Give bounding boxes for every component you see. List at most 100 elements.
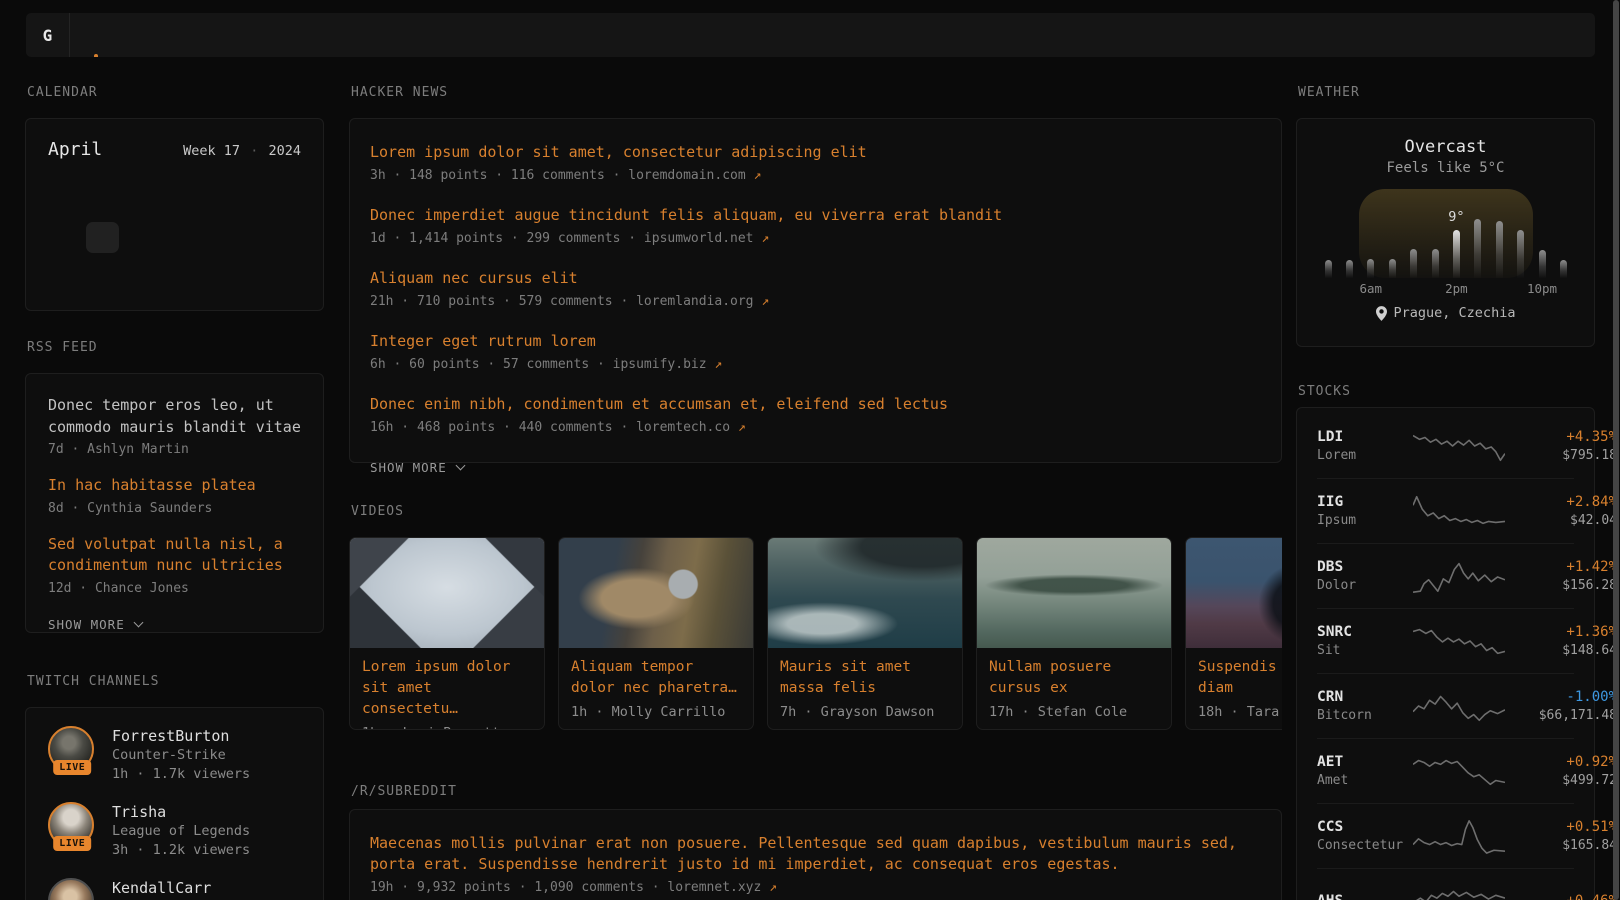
calendar-year: 2024 <box>268 143 301 159</box>
stock-numbers: +1.36% $148.64 <box>1505 622 1617 660</box>
page-tab[interactable] <box>80 13 112 57</box>
twitch-channel-row[interactable]: LIVE Trisha League of Legends 3h · 1.2k … <box>48 802 301 860</box>
app-logo[interactable]: G <box>26 13 70 57</box>
stock-symbol: AHS <box>1317 891 1413 900</box>
rss-item-link[interactable]: Sed volutpat nulla nisl, a condimentum n… <box>48 534 301 577</box>
video-card-body: Mauris sit amet massa felis 7h · Grayson… <box>768 648 962 729</box>
stock-row[interactable]: IIG Ipsum +2.84% $42.04 <box>1317 478 1574 543</box>
stock-numbers: +0.92% $499.72 <box>1505 752 1617 790</box>
stock-identity: CCS Consectetur <box>1317 817 1413 855</box>
stock-company-name: Sit <box>1317 642 1413 660</box>
video-thumbnail[interactable] <box>1186 538 1282 648</box>
twitch-channel-row[interactable]: LIVE KendallCarr <box>48 878 301 900</box>
scrollbar-thumb[interactable] <box>1613 0 1619 900</box>
news-item-meta: 6h · 60 points · 57 comments · ipsumify.… <box>370 356 1261 374</box>
weather-hour-bar <box>1346 260 1353 278</box>
stock-company-name: Bitcorn <box>1317 707 1413 725</box>
calendar-month: April <box>48 139 102 160</box>
stock-row[interactable]: DBS Dolor +1.42% $156.28 <box>1317 543 1574 608</box>
stock-row[interactable]: CCS Consectetur +0.51% $165.84 <box>1317 803 1574 868</box>
stock-symbol: CCS <box>1317 817 1413 837</box>
stock-identity: IIG Ipsum <box>1317 492 1413 530</box>
video-meta: 17h · Stefan Cole <box>989 704 1159 720</box>
video-title-link[interactable]: Mauris sit amet massa felis <box>780 657 950 699</box>
external-link-icon: ↗ <box>769 880 777 895</box>
stock-row[interactable]: CRN Bitcorn -1.00% $66,171.48 <box>1317 673 1574 738</box>
subreddit-post-link[interactable]: Maecenas mollis pulvinar erat non posuer… <box>370 833 1261 875</box>
calendar-day <box>86 191 119 222</box>
video-thumbnail[interactable] <box>559 538 753 648</box>
channel-name[interactable]: ForrestBurton <box>112 726 250 746</box>
chevron-down-icon <box>455 461 465 471</box>
video-card[interactable]: Nullam posuere cursus ex 17h · Stefan Co… <box>976 537 1172 730</box>
page-tab[interactable] <box>144 13 176 57</box>
stock-row[interactable]: SNRC Sit +1.36% $148.64 <box>1317 608 1574 673</box>
video-thumbnail[interactable] <box>768 538 962 648</box>
video-card-body: Aliquam tempor dolor nec pharetra… 1h · … <box>559 648 753 729</box>
hackernews-show-more-button[interactable]: SHOW MORE <box>370 460 464 475</box>
stock-change: +1.36% <box>1505 622 1617 642</box>
stock-company-name: Amet <box>1317 772 1413 790</box>
stock-change: -1.00% <box>1505 687 1617 707</box>
video-card[interactable]: Mauris sit amet massa felis 7h · Grayson… <box>767 537 963 730</box>
external-link-icon: ↗ <box>714 357 722 372</box>
rss-item-link[interactable]: In hac habitasse platea <box>48 475 301 497</box>
news-meta-text: 21h · 710 points · 579 comments · loreml… <box>370 294 754 309</box>
stock-row[interactable]: AET Amet +0.92% $499.72 <box>1317 738 1574 803</box>
news-item-meta: 3h · 148 points · 116 comments · loremdo… <box>370 167 1261 185</box>
weather-widget: Overcast Feels like 5°C 9°6am2pm10pm Pra… <box>1296 118 1595 347</box>
weather-location-text: Prague, Czechia <box>1394 305 1516 321</box>
news-item-link[interactable]: Donec imperdiet augue tincidunt felis al… <box>370 205 1261 226</box>
channel-info: Trisha League of Legends 3h · 1.2k viewe… <box>112 802 250 860</box>
video-card[interactable]: Aliquam tempor dolor nec pharetra… 1h · … <box>558 537 754 730</box>
stock-identity: LDI Lorem <box>1317 427 1413 465</box>
channel-name[interactable]: Trisha <box>112 802 250 822</box>
stock-sparkline <box>1413 817 1505 855</box>
subreddit-item-list: Maecenas mollis pulvinar erat non posuer… <box>370 833 1261 897</box>
weather-condition: Overcast <box>1297 137 1594 157</box>
video-title-link[interactable]: Lorem ipsum dolor sit amet consectetu… <box>362 657 532 720</box>
news-item-link[interactable]: Donec enim nibh, condimentum et accumsan… <box>370 394 1261 415</box>
video-title-link[interactable]: Suspendis diam <box>1198 657 1282 699</box>
stock-row[interactable]: LDI Lorem +4.35% $795.18 <box>1317 414 1574 478</box>
page-tab[interactable] <box>176 13 208 57</box>
stock-sparkline <box>1413 687 1505 725</box>
video-title-link[interactable]: Nullam posuere cursus ex <box>989 657 1159 699</box>
stock-row[interactable]: AHS +0.46% <box>1317 868 1574 900</box>
stock-identity: SNRC Sit <box>1317 622 1413 660</box>
weather-hour-bar <box>1432 249 1439 278</box>
channel-game: League of Legends <box>112 822 250 841</box>
rss-show-more-button[interactable]: SHOW MORE <box>48 617 142 632</box>
stock-symbol: AET <box>1317 752 1413 772</box>
top-nav: G <box>26 13 1595 57</box>
chevron-down-icon <box>133 617 143 627</box>
channel-name[interactable]: KendallCarr <box>112 878 211 898</box>
twitch-channel-row[interactable]: LIVE ForrestBurton Counter-Strike 1h · 1… <box>48 726 301 784</box>
avatar[interactable] <box>48 878 94 900</box>
dot-separator: · <box>250 143 258 159</box>
video-thumbnail[interactable] <box>350 538 544 648</box>
stock-sparkline <box>1413 622 1505 660</box>
stocks-section-title: STOCKS <box>1298 385 1595 399</box>
video-meta: 18h · Tara <box>1198 704 1282 720</box>
video-title-link[interactable]: Aliquam tempor dolor nec pharetra… <box>571 657 741 699</box>
hackernews-widget: Lorem ipsum dolor sit amet, consectetur … <box>349 118 1282 463</box>
news-item-link[interactable]: Lorem ipsum dolor sit amet, consectetur … <box>370 142 1261 163</box>
twitch-section-title: TWITCH CHANNELS <box>27 675 324 689</box>
video-card-row: Lorem ipsum dolor sit amet consectetu… 1… <box>349 537 1282 730</box>
video-card[interactable]: Suspendis diam 18h · Tara <box>1185 537 1282 730</box>
stock-symbol: IIG <box>1317 492 1413 512</box>
video-thumbnail[interactable] <box>977 538 1171 648</box>
calendar-day-grid <box>48 191 301 284</box>
news-item-link[interactable]: Integer eget rutrum lorem <box>370 331 1261 352</box>
rss-item: Donec tempor eros leo, ut commodo mauris… <box>48 395 301 459</box>
stock-sparkline <box>1413 557 1505 595</box>
rss-item-link[interactable]: Donec tempor eros leo, ut commodo mauris… <box>48 395 301 438</box>
video-card[interactable]: Lorem ipsum dolor sit amet consectetu… 1… <box>349 537 545 730</box>
page-tab[interactable] <box>112 13 144 57</box>
middle-column: HACKER NEWS Lorem ipsum dolor sit amet, … <box>349 70 1282 900</box>
calendar-day <box>158 191 191 222</box>
stock-company-name: Ipsum <box>1317 512 1413 530</box>
calendar-day <box>266 222 299 253</box>
news-item-link[interactable]: Aliquam nec cursus elit <box>370 268 1261 289</box>
